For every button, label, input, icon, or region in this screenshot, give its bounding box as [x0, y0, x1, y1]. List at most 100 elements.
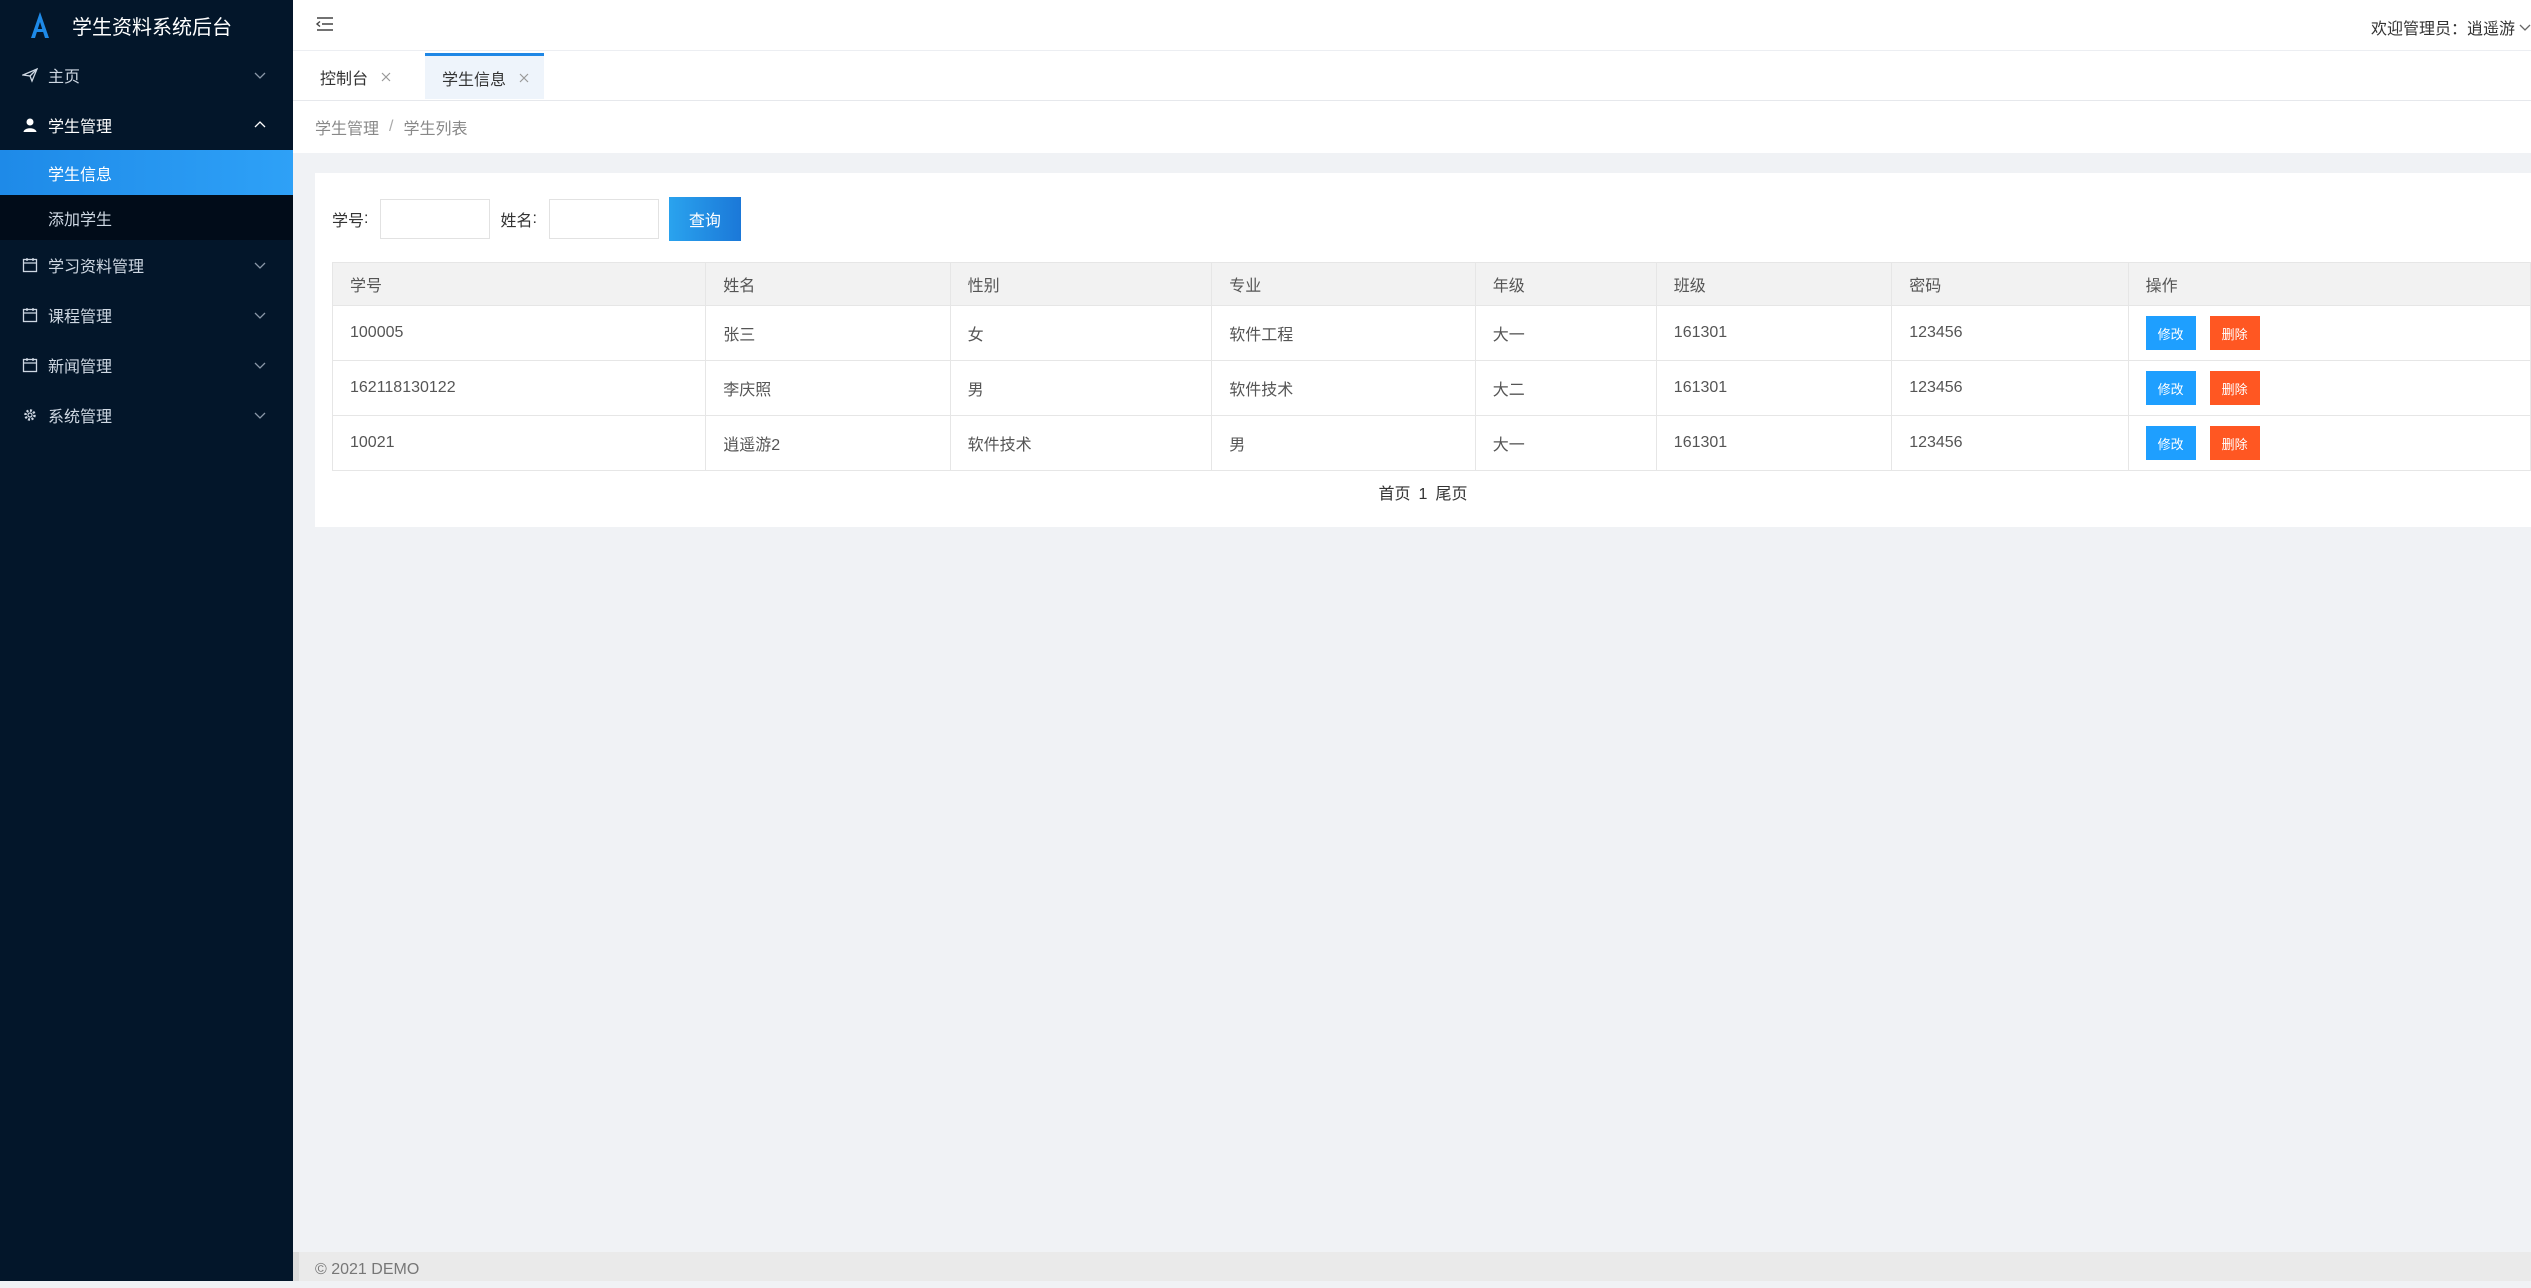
- table-cell: 大二: [1474, 360, 1657, 416]
- sidebar-item-label: 学习资料管理: [48, 259, 145, 276]
- last-page-link[interactable]: 尾页: [1435, 486, 1467, 503]
- gear-icon: [22, 407, 38, 423]
- tab-label: 控制台: [320, 71, 369, 88]
- column-header: 专业: [1211, 262, 1476, 306]
- table-row: 162118130122 李庆照 男 软件技术 大二 161301 123456…: [331, 360, 2531, 416]
- sidebar-item-label: 新闻管理: [48, 359, 113, 376]
- user-menu[interactable]: 欢迎管理员：逍遥游: [2371, 15, 2531, 39]
- column-header: 学号: [331, 262, 707, 306]
- close-icon[interactable]: [519, 73, 529, 83]
- sidebar-item-home[interactable]: 主页: [0, 50, 293, 100]
- edit-button[interactable]: 修改: [2145, 316, 2196, 350]
- column-header: 性别: [949, 262, 1213, 306]
- chevron-down-icon: [254, 362, 266, 369]
- sidebar-item-courses[interactable]: 课程管理: [0, 290, 293, 340]
- actions-cell: 修改 删除: [2127, 305, 2531, 361]
- paper-plane-icon: [22, 67, 38, 83]
- calendar-icon: [22, 307, 38, 323]
- edit-button[interactable]: 修改: [2145, 426, 2196, 460]
- tab-bar: 控制台 学生信息: [293, 51, 2531, 101]
- pagination: 首页 1 尾页: [315, 480, 2531, 504]
- sidebar-item-system[interactable]: 系统管理: [0, 390, 293, 440]
- student-table: 学号 姓名 性别 专业 年级 班级 密码 操作 100005 张三 女 软件工程…: [331, 262, 2531, 471]
- header: 欢迎管理员：逍遥游: [293, 0, 2531, 51]
- table-cell: 张三: [705, 305, 951, 361]
- tab-label: 学生信息: [442, 71, 507, 89]
- breadcrumb: 学生管理 / 学生列表: [293, 101, 2531, 153]
- column-header: 操作: [2127, 262, 2531, 306]
- logo[interactable]: 学生资料系统后台: [0, 0, 293, 50]
- table-cell: 10021: [331, 415, 707, 471]
- calendar-icon: [22, 257, 38, 273]
- column-header: 年级: [1474, 262, 1657, 306]
- chevron-up-icon: [254, 121, 266, 128]
- table-cell: 男: [1211, 415, 1476, 471]
- table-cell: 逍遥游2: [705, 415, 951, 471]
- query-button[interactable]: 查询: [668, 197, 741, 241]
- user-greeting: 欢迎管理员：逍遥游: [2370, 21, 2515, 38]
- name-input[interactable]: [548, 199, 659, 239]
- table-cell: 大一: [1474, 305, 1657, 361]
- table-cell: 123456: [1891, 305, 2129, 361]
- table-cell: 123456: [1891, 415, 2129, 471]
- sidebar-item-label: 课程管理: [48, 309, 113, 326]
- sidebar-item-student-management[interactable]: 学生管理: [0, 100, 293, 150]
- actions-cell: 修改 删除: [2127, 360, 2531, 416]
- table-cell: 100005: [331, 305, 707, 361]
- student-id-input[interactable]: [380, 199, 491, 239]
- tab-student-info[interactable]: 学生信息: [425, 53, 545, 99]
- tab-console[interactable]: 控制台: [303, 54, 406, 100]
- chevron-down-icon: [254, 262, 266, 269]
- sidebar-item-news[interactable]: 新闻管理: [0, 340, 293, 390]
- chevron-down-icon: [254, 412, 266, 419]
- column-header: 姓名: [705, 262, 951, 306]
- current-page: 1: [1418, 486, 1428, 503]
- sidebar-item-label: 系统管理: [48, 409, 113, 426]
- user-icon: [22, 117, 38, 133]
- name-label: 姓名: [500, 213, 533, 230]
- edit-button[interactable]: 修改: [2145, 371, 2196, 405]
- table-cell: 男: [949, 360, 1213, 416]
- table-row: 10021 逍遥游2 软件技术 男 大一 161301 123456 修改 删除: [331, 415, 2531, 471]
- table-cell: 软件技术: [949, 415, 1213, 471]
- delete-button[interactable]: 删除: [2209, 371, 2260, 405]
- logo-icon: [31, 12, 49, 38]
- table-cell: 软件工程: [1211, 305, 1476, 361]
- chevron-down-icon: [254, 312, 266, 319]
- student-list-card: 学号: 姓名: 查询 学号 姓名 性别 专业 年级 班级 密码 操作 10000…: [315, 173, 2531, 527]
- table-header-row: 学号 姓名 性别 专业 年级 班级 密码 操作: [331, 262, 2531, 306]
- table-cell: 161301: [1655, 415, 1893, 471]
- delete-button[interactable]: 删除: [2209, 316, 2260, 350]
- breadcrumb-separator: /: [389, 118, 394, 135]
- calendar-icon: [22, 357, 38, 373]
- breadcrumb-item[interactable]: 学生管理: [315, 115, 379, 139]
- column-header: 密码: [1891, 262, 2129, 306]
- sidebar: 学生资料系统后台 主页 学生管理 学生信息 添加学生 学习资料管理 课程管理 新…: [0, 0, 293, 1281]
- table-cell: 161301: [1655, 360, 1893, 416]
- delete-button[interactable]: 删除: [2209, 426, 2260, 460]
- sidebar-item-label: 主页: [48, 69, 81, 86]
- table-cell: 大一: [1474, 415, 1657, 471]
- sidebar-item-add-student[interactable]: 添加学生: [0, 195, 293, 240]
- first-page-link[interactable]: 首页: [1379, 486, 1411, 503]
- search-form: 学号: 姓名: 查询: [332, 197, 741, 241]
- table-cell: 161301: [1655, 305, 1893, 361]
- table-cell: 李庆照: [705, 360, 951, 416]
- actions-cell: 修改 删除: [2127, 415, 2531, 471]
- table-cell: 123456: [1891, 360, 2129, 416]
- student-id-label: 学号: [332, 213, 365, 230]
- chevron-down-icon: [2519, 24, 2531, 31]
- sidebar-item-student-info[interactable]: 学生信息: [0, 150, 293, 195]
- app-title: 学生资料系统后台: [72, 16, 232, 39]
- menu-toggle-icon[interactable]: [315, 14, 335, 34]
- sidebar-item-materials[interactable]: 学习资料管理: [0, 240, 293, 290]
- table-cell: 女: [949, 305, 1213, 361]
- sidebar-item-label: 学生管理: [48, 119, 113, 136]
- breadcrumb-item: 学生列表: [403, 121, 468, 138]
- table-cell: 软件技术: [1211, 360, 1476, 416]
- student-submenu: 学生信息 添加学生: [0, 150, 293, 240]
- table-cell: 162118130122: [331, 360, 707, 416]
- close-icon[interactable]: [381, 72, 391, 82]
- chevron-down-icon: [254, 72, 266, 79]
- column-header: 班级: [1655, 262, 1893, 306]
